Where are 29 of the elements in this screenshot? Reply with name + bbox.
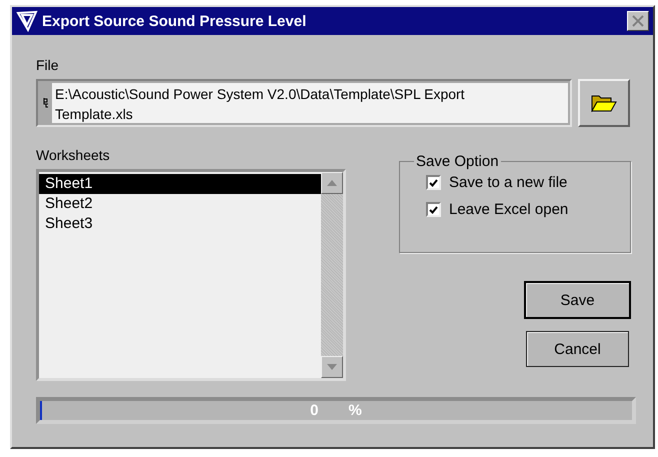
check-icon (429, 178, 438, 186)
close-button[interactable] (627, 11, 649, 31)
worksheet-item[interactable]: Sheet1 (39, 174, 321, 194)
close-icon (632, 15, 644, 27)
browse-button[interactable] (578, 79, 630, 127)
dialog-button[interactable]: Save (524, 281, 631, 319)
path-icon (43, 98, 49, 108)
check-icon (429, 206, 438, 214)
checkbox-label: Save to a new file (449, 174, 568, 191)
scrollbar[interactable] (321, 172, 343, 378)
worksheets-label: Worksheets (36, 147, 111, 163)
progress-unit: % (348, 402, 362, 419)
checkbox-label: Leave Excel open (449, 201, 568, 218)
window-title: Export Source Sound Pressure Level (42, 12, 308, 30)
progress-value: 0 (310, 402, 318, 419)
checkbox[interactable] (426, 175, 441, 190)
file-path-field[interactable]: E:\Acoustic\Sound Power System V2.0\Data\Template\SPL Export Template.xls (36, 79, 572, 127)
folder-icon (591, 94, 617, 112)
file-label: File (36, 57, 60, 73)
group-title: Save Option (415, 153, 500, 170)
scroll-up-button[interactable] (321, 172, 343, 194)
scroll-down-button[interactable] (321, 356, 343, 378)
worksheet-item[interactable]: Sheet3 (39, 214, 321, 234)
up-arrow-icon (327, 180, 337, 186)
dialog-button[interactable]: Cancel (526, 331, 629, 367)
checkbox[interactable] (426, 202, 441, 217)
worksheet-item[interactable]: Sheet2 (39, 194, 321, 214)
down-arrow-icon (327, 364, 337, 370)
app-logo-icon (16, 10, 38, 32)
